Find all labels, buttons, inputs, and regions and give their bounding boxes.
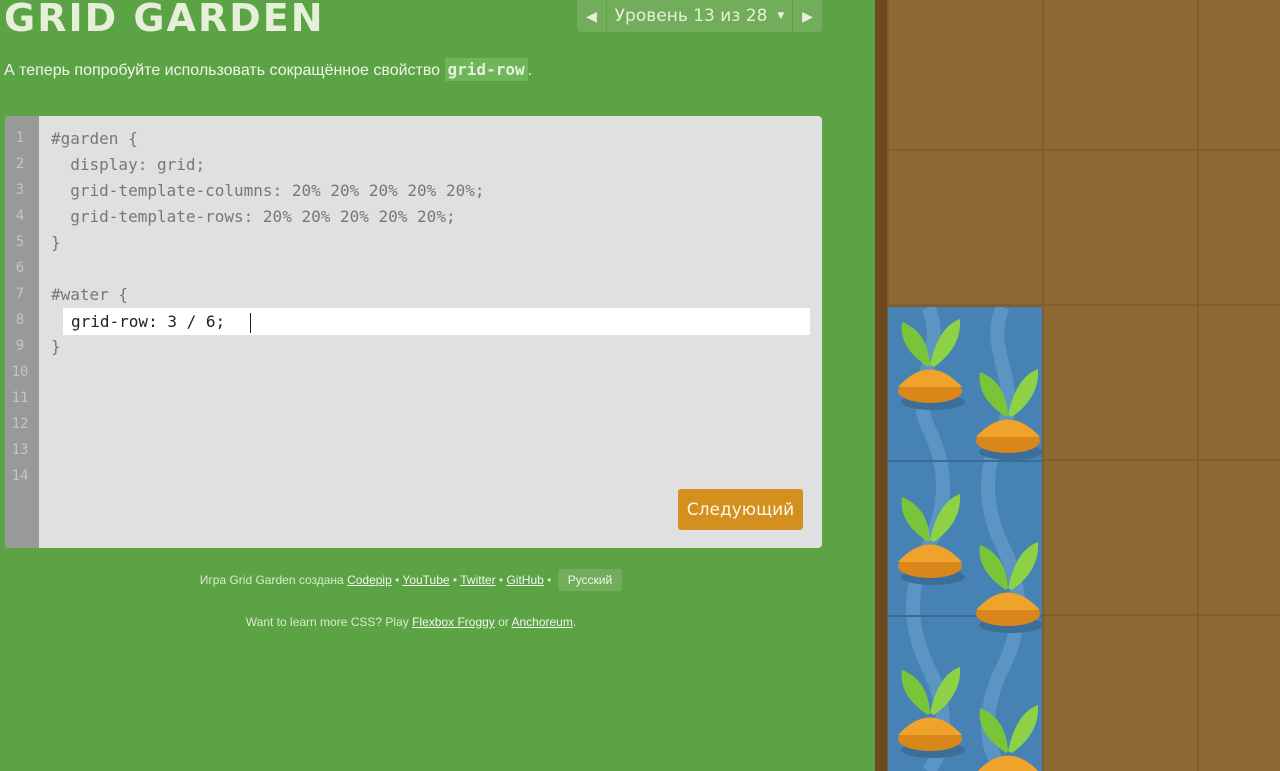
anchoreum-link[interactable]: Anchoreum <box>511 615 572 629</box>
soil-tile <box>1199 0 1280 149</box>
garden-border <box>875 0 887 771</box>
line-number: 3 <box>15 182 25 198</box>
credits-prefix: Игра Grid Garden создана <box>199 573 348 587</box>
line-gutter: 1 2 3 4 5 6 7 8 9 10 11 12 13 14 <box>5 116 39 548</box>
language-select[interactable]: Русский <box>557 569 623 591</box>
line-number: 13 <box>11 442 29 458</box>
line-number: 10 <box>11 364 29 380</box>
code-line: } <box>51 337 61 356</box>
more-end: . <box>572 615 577 629</box>
instructions-code: grid-row <box>444 58 528 81</box>
soil-tile <box>1044 306 1197 459</box>
line-number: 6 <box>15 260 25 276</box>
level-selector: ◀ Уровень 13 из 28 ▼ ▶ <box>577 0 822 32</box>
codepip-link[interactable]: Codepip <box>347 573 392 587</box>
soil-tile <box>889 151 1042 304</box>
line-number: 11 <box>11 390 29 406</box>
line-number: 4 <box>15 208 25 224</box>
code-line: #garden { <box>51 129 138 148</box>
level-dropdown[interactable]: Уровень 13 из 28 ▼ <box>607 0 792 32</box>
flexbox-froggy-link[interactable]: Flexbox Froggy <box>412 615 495 629</box>
water-svg <box>888 307 1042 771</box>
credits-separator: • <box>449 573 461 587</box>
soil-tile <box>889 0 1042 149</box>
credits-separator: • <box>543 573 555 587</box>
twitter-link[interactable]: Twitter <box>460 573 495 587</box>
soil-tile <box>1199 616 1280 771</box>
credits: Игра Grid Garden создана Codepip • YouTu… <box>0 569 822 591</box>
instructions-end: . <box>527 62 533 79</box>
code-input[interactable] <box>63 308 810 335</box>
code-line: } <box>51 233 61 252</box>
instructions-text: А теперь попробуйте использовать сокращё… <box>4 62 445 79</box>
more-prefix: Want to learn more CSS? Play <box>245 615 413 629</box>
line-number: 9 <box>15 338 25 354</box>
soil-tile <box>1044 0 1197 149</box>
soil-tile <box>1044 461 1197 614</box>
soil-tile <box>1199 151 1280 304</box>
game-title: GRID GARDEN <box>4 0 325 40</box>
github-link[interactable]: GitHub <box>506 573 543 587</box>
code-line: grid-template-columns: 20% 20% 20% 20% 2… <box>51 181 485 200</box>
text-cursor <box>250 313 251 333</box>
triangle-down-icon: ▼ <box>777 11 785 21</box>
line-number: 14 <box>11 468 29 484</box>
game-panel: GRID GARDEN ◀ Уровень 13 из 28 ▼ ▶ А теп… <box>0 0 875 771</box>
code-editor: 1 2 3 4 5 6 7 8 9 10 11 12 13 14 #garden… <box>5 116 822 548</box>
line-number: 5 <box>15 234 25 250</box>
code-line: display: grid; <box>51 155 206 174</box>
more-css: Want to learn more CSS? Play Flexbox Fro… <box>0 615 822 629</box>
level-indicator-text: Уровень 13 из 28 <box>614 6 768 26</box>
water-area <box>888 307 1042 771</box>
soil-tile <box>1044 616 1197 771</box>
code-line: #water { <box>51 285 129 304</box>
soil-tile <box>1044 151 1197 304</box>
instructions: А теперь попробуйте использовать сокращё… <box>4 58 533 81</box>
next-button[interactable]: Следующий <box>678 489 803 530</box>
line-number: 8 <box>15 312 25 328</box>
line-number: 1 <box>15 130 25 146</box>
arrow-left-icon[interactable]: ◀ <box>577 0 607 32</box>
code-line: grid-template-rows: 20% 20% 20% 20% 20%; <box>51 207 456 226</box>
soil-tile <box>1199 306 1280 459</box>
soil-tile <box>1199 461 1280 614</box>
line-number: 2 <box>15 156 25 172</box>
credits-separator: • <box>391 573 403 587</box>
credits-separator: • <box>495 573 507 587</box>
line-number: 12 <box>11 416 29 432</box>
line-number: 7 <box>15 286 25 302</box>
youtube-link[interactable]: YouTube <box>402 573 449 587</box>
arrow-right-icon[interactable]: ▶ <box>792 0 822 32</box>
more-middle: or <box>494 615 512 629</box>
